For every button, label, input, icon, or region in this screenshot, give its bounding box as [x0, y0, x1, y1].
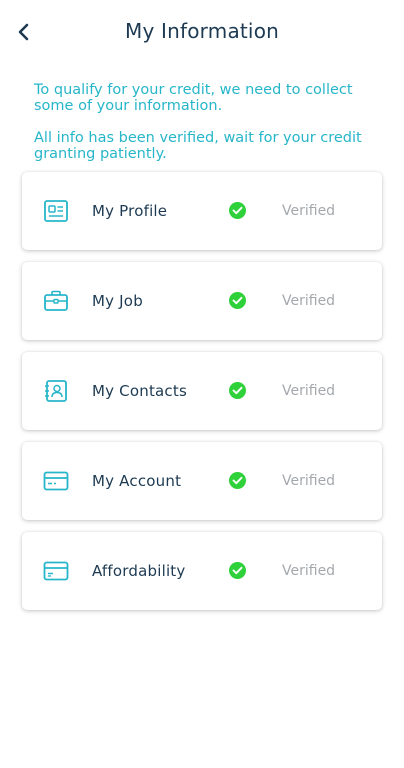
- check-icon: [229, 202, 246, 219]
- card-my-contacts[interactable]: My Contacts Verified: [22, 352, 382, 430]
- check-icon: [229, 562, 246, 579]
- wallet-card-icon: [43, 561, 69, 581]
- card-label: My Account: [92, 472, 182, 490]
- card-affordability[interactable]: Affordability Verified: [22, 532, 382, 610]
- status-badge: Verified: [282, 563, 336, 579]
- card-my-account[interactable]: My Account Verified: [22, 442, 382, 520]
- status-badge: Verified: [282, 293, 336, 309]
- check-icon: [229, 292, 246, 309]
- card-my-job[interactable]: My Job Verified: [22, 262, 382, 340]
- check-icon: [229, 382, 246, 399]
- page-title: My Information: [124, 19, 280, 43]
- briefcase-icon: [44, 290, 68, 311]
- header: My Information: [0, 0, 404, 64]
- check-icon: [229, 472, 246, 489]
- card-label: My Profile: [92, 202, 168, 220]
- card-my-profile[interactable]: My Profile Verified: [22, 172, 382, 250]
- info-list: My Profile Verified My Job Verified My C…: [22, 172, 382, 622]
- card-label: My Job: [92, 292, 143, 310]
- credit-card-icon: [43, 471, 69, 491]
- id-card-icon: [44, 200, 68, 222]
- status-badge: Verified: [282, 203, 336, 219]
- contacts-icon: [45, 380, 67, 402]
- status-badge: Verified: [282, 473, 336, 489]
- card-label: Affordability: [92, 562, 186, 580]
- card-label: My Contacts: [92, 382, 187, 400]
- status-badge: Verified: [282, 383, 336, 399]
- verified-notice: All info has been verified, wait for you…: [34, 130, 362, 162]
- intro-text: To qualify for your credit, we need to c…: [34, 82, 353, 114]
